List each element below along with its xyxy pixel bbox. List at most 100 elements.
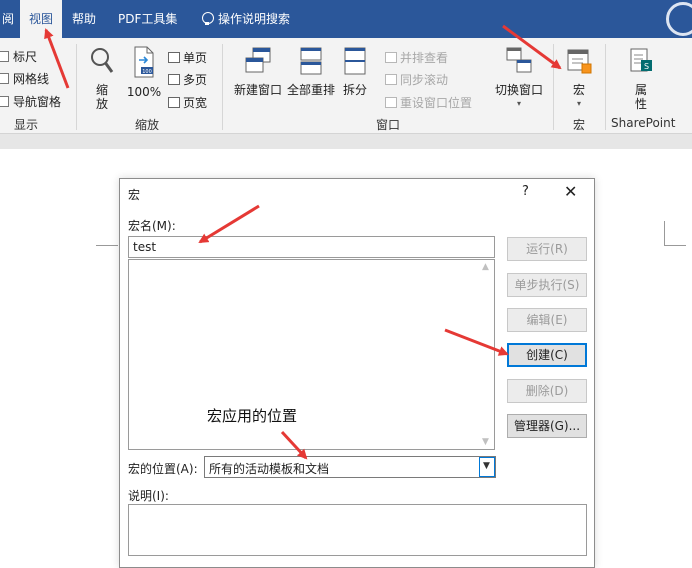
tell-me-search[interactable]: 操作说明搜索 xyxy=(196,0,296,38)
gridlines-label: 网格线 xyxy=(13,72,50,86)
switch-window-icon xyxy=(506,47,532,73)
ribbon: 标尺 网格线 导航窗格 显示 缩 放 100 100% 单页 多页 页宽 缩放 … xyxy=(0,38,692,134)
page-width-label: 页宽 xyxy=(183,96,208,110)
macro-list[interactable]: ▲ ▼ xyxy=(128,259,495,450)
nav-pane-checkbox[interactable]: 导航窗格 xyxy=(0,93,61,110)
magnifier-icon xyxy=(91,48,114,73)
group-separator xyxy=(553,44,554,130)
sharepoint-properties-icon: S xyxy=(630,48,652,72)
delete-button[interactable]: 删除(D) xyxy=(507,379,587,403)
multi-page-label: 多页 xyxy=(183,73,208,87)
macros-button[interactable]: 宏 ▾ xyxy=(563,46,595,111)
zoom-100-button[interactable]: 100 100% xyxy=(126,46,162,99)
lightbulb-icon xyxy=(202,12,214,26)
split-icon xyxy=(344,47,366,75)
page-corner-mark xyxy=(664,221,665,245)
new-window-icon xyxy=(245,47,271,73)
macro-icon xyxy=(567,49,592,74)
group-label-show: 显示 xyxy=(14,118,39,132)
zoom-100-label: 100% xyxy=(126,85,162,99)
scroll-up-icon[interactable]: ▲ xyxy=(482,262,489,272)
zoom-label-2: 放 xyxy=(95,97,108,111)
new-window-label: 新建窗口 xyxy=(233,83,282,97)
annotation-text: 宏应用的位置 xyxy=(207,407,298,425)
macro-location-label: 宏的位置(A): xyxy=(128,462,198,476)
zoom-label-1: 缩 xyxy=(95,83,108,97)
organizer-button[interactable]: 管理器(G)... xyxy=(507,414,587,438)
new-window-button[interactable]: 新建窗口 xyxy=(231,46,285,97)
step-into-button[interactable]: 单步执行(S) xyxy=(507,273,587,297)
description-label: 说明(I): xyxy=(128,489,169,503)
properties-label-2: 性 xyxy=(634,97,647,111)
group-separator xyxy=(605,44,606,130)
checkbox-box xyxy=(0,51,9,62)
zoom-button[interactable]: 缩 放 xyxy=(86,46,118,111)
gridlines-checkbox[interactable]: 网格线 xyxy=(0,70,49,87)
page-corner-mark xyxy=(96,245,118,246)
account-icon[interactable] xyxy=(666,2,692,36)
svg-text:S: S xyxy=(644,62,649,71)
one-page-label: 单页 xyxy=(183,51,208,65)
macro-dialog: 宏 ? ✕ 宏名(M): test ▲ ▼ 运行(R) 单步执行(S) 编辑(E… xyxy=(119,178,595,568)
help-button[interactable]: ? xyxy=(522,184,529,199)
group-separator xyxy=(76,44,77,130)
ribbon-tab-bar: 阅 视图 帮助 PDF工具集 操作说明搜索 xyxy=(0,0,692,38)
page-width-button[interactable]: 页宽 xyxy=(168,94,207,111)
nav-pane-label: 导航窗格 xyxy=(13,95,62,109)
checkbox-box xyxy=(0,96,9,107)
tab-review[interactable]: 阅 xyxy=(0,0,20,38)
one-page-button[interactable]: 单页 xyxy=(168,49,207,66)
side-by-side-button[interactable]: 并排查看 xyxy=(385,49,448,66)
properties-button[interactable]: S 属 性 xyxy=(625,46,657,111)
group-label-macro: 宏 xyxy=(573,118,586,132)
arrange-all-label: 全部重排 xyxy=(286,83,335,97)
switch-window-label: 切换窗口 xyxy=(494,83,543,97)
side-by-side-icon xyxy=(385,52,397,63)
page-corner-mark xyxy=(664,245,686,246)
ruler-label: 标尺 xyxy=(13,50,38,64)
group-label-sharepoint: SharePoint xyxy=(611,116,676,130)
tab-help[interactable]: 帮助 xyxy=(66,0,102,38)
split-button[interactable]: 拆分 xyxy=(339,46,371,97)
close-button[interactable]: ✕ xyxy=(564,182,577,201)
page-100-icon: 100 xyxy=(134,46,154,78)
arrange-all-button[interactable]: 全部重排 xyxy=(284,46,338,97)
group-label-window: 窗口 xyxy=(376,118,401,132)
sync-scroll-icon xyxy=(385,74,397,85)
description-box[interactable] xyxy=(128,504,587,556)
side-by-side-label: 并排查看 xyxy=(400,51,449,65)
group-label-zoom: 缩放 xyxy=(135,118,160,132)
tab-pdf-tools[interactable]: PDF工具集 xyxy=(112,0,183,38)
page-width-icon xyxy=(168,97,180,108)
chevron-down-icon: ▾ xyxy=(576,99,581,108)
tab-view[interactable]: 视图 xyxy=(20,0,62,38)
macros-label: 宏 xyxy=(572,83,585,97)
macro-name-input[interactable]: test xyxy=(128,236,495,258)
multi-page-icon xyxy=(168,74,180,85)
multi-page-button[interactable]: 多页 xyxy=(168,71,207,88)
macro-location-value: 所有的活动模板和文档 xyxy=(209,462,330,476)
reset-position-label: 重设窗口位置 xyxy=(400,96,473,110)
checkbox-box xyxy=(0,73,9,84)
chevron-down-icon: ▼ xyxy=(483,461,490,471)
group-separator xyxy=(222,44,223,130)
dropdown-button[interactable]: ▼ xyxy=(479,457,495,477)
reset-position-button[interactable]: 重设窗口位置 xyxy=(385,94,472,111)
create-button[interactable]: 创建(C) xyxy=(507,343,587,367)
scroll-down-icon[interactable]: ▼ xyxy=(482,437,489,447)
ruler-checkbox[interactable]: 标尺 xyxy=(0,48,37,65)
list-scrollbar[interactable]: ▲ ▼ xyxy=(478,260,494,449)
properties-label-1: 属 xyxy=(634,83,647,97)
switch-window-button[interactable]: 切换窗口 ▾ xyxy=(491,46,547,111)
edit-button[interactable]: 编辑(E) xyxy=(507,308,587,332)
tell-me-label: 操作说明搜索 xyxy=(218,12,291,26)
one-page-icon xyxy=(168,52,180,63)
split-label: 拆分 xyxy=(342,83,367,97)
run-button[interactable]: 运行(R) xyxy=(507,237,587,261)
sync-scroll-label: 同步滚动 xyxy=(400,73,449,87)
macro-name-label: 宏名(M): xyxy=(128,219,176,233)
sync-scroll-button[interactable]: 同步滚动 xyxy=(385,71,448,88)
arrange-all-icon xyxy=(300,47,322,75)
macro-location-select[interactable]: 所有的活动模板和文档 ▼ xyxy=(204,456,496,478)
reset-position-icon xyxy=(385,97,397,108)
